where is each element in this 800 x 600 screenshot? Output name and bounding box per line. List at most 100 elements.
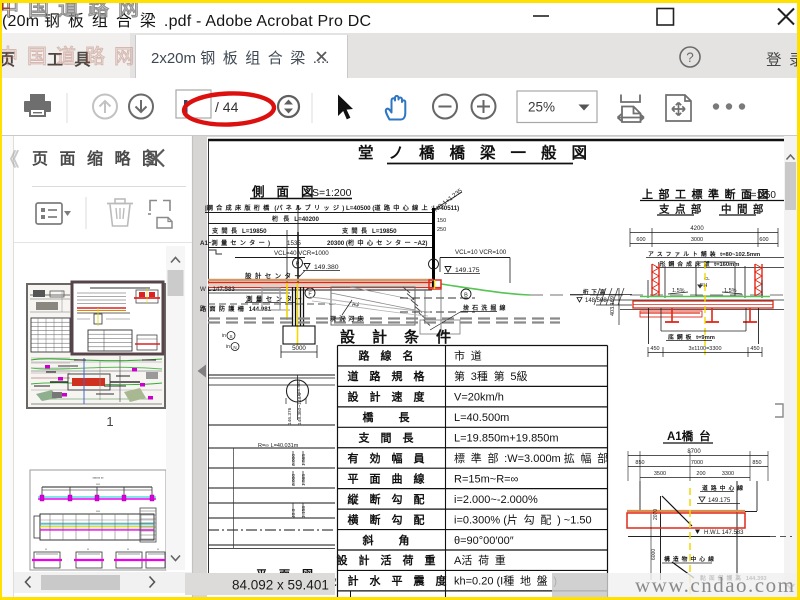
svg-text:道路規格: 道路規格 [348,369,436,383]
svg-text:146.376: 146.376 [287,407,293,425]
svg-text:測量センター: 測量センター [246,294,305,303]
svg-text:支間長 L=19850: 支間長 L=19850 [341,227,397,235]
svg-text:2: 2 [432,263,435,269]
svg-text:橋 長: 橋 長 [362,410,420,424]
svg-text:設計速度: 設計速度 [348,390,436,404]
svg-text:支点部: 支点部 [658,203,707,216]
svg-text:600: 600 [636,237,645,243]
svg-text:250: 250 [437,227,446,233]
svg-text:S=1:200: S=1:200 [312,187,352,199]
svg-text:450: 450 [750,346,759,352]
svg-text:8700: 8700 [687,449,701,455]
svg-text:標準部:W=3.000m 拡幅部: 標準部:W=3.000m 拡幅部 [454,451,614,465]
svg-text:縦断勾配: 縦断勾配 [348,492,436,506]
svg-text:450: 450 [650,346,659,352]
svg-text:7000: 7000 [691,460,703,466]
svg-text:▪▪: ▪▪ [157,547,159,551]
svg-text:▪▪: ▪▪ [45,547,47,551]
svg-text:▪▪: ▪▪ [87,547,89,551]
svg-text:有効幅員: 有効幅員 [348,451,436,465]
svg-text:|鋼合成床版桁橋 (パネルブリッジ) L=40500 (道路: |鋼合成床版桁橋 (パネルブリッジ) L=40500 (道路中心線上:L=405… [205,204,459,212]
svg-text:支間長: 支間長 [358,431,425,445]
svg-text:in: in [222,333,226,339]
svg-text:底鋼板 t=9mm: 底鋼板 t=9mm [668,333,715,341]
svg-text:H.W.L 147.583: H.W.L 147.583 [704,530,744,536]
svg-text:in: in [226,344,230,350]
svg-text:I形鋼合成床版 t=160mm: I形鋼合成床版 t=160mm [658,260,739,268]
svg-text:VCL=10 VCR=100: VCL=10 VCR=100 [455,249,507,256]
svg-text:設計活荷重: 設計活荷重 [337,553,447,567]
svg-text:N: N [233,345,236,350]
svg-text:A活荷重: A活荷重 [454,553,512,567]
svg-text:P: P [296,262,300,268]
svg-text:設計センター: 設計センター [245,271,304,280]
svg-text:横断勾配: 横断勾配 [348,512,436,526]
svg-text:▪▪▪▪: ▪▪▪▪ [96,509,100,513]
svg-text:桁 長 L=40200: 桁 長 L=40200 [272,215,319,223]
svg-text:構造物中心線: 構造物中心線 [664,555,717,563]
svg-text:149.380: 149.380 [314,264,339,271]
svg-text:?: ? [686,50,694,65]
svg-text:L=40.500m: L=40.500m [454,412,509,424]
svg-text:1.565: 1.565 [301,454,307,466]
svg-text:850: 850 [752,460,761,466]
svg-text:R=∞ L=40.031m: R=∞ L=40.031m [258,443,299,449]
svg-text:148.360~148.5: 148.360~148.5 [297,393,303,425]
svg-text:A1橋台: A1橋台 [667,429,717,443]
svg-text:第3種第5級: 第3種第5級 [454,369,533,383]
svg-text:6.000: 6.000 [291,454,297,466]
svg-text:149.175: 149.175 [455,267,480,274]
svg-text:V=20km/h: V=20km/h [454,392,504,404]
svg-text:84.092 x 59.401: 84.092 x 59.401 [232,578,329,593]
svg-text:VCL=40 VCR=1000: VCL=40 VCR=1000 [274,250,329,257]
svg-text:3000: 3000 [691,237,703,243]
svg-text:路面防護柵 144.981: 路面防護柵 144.981 [200,305,272,313]
svg-text:1.565: 1.565 [301,474,307,486]
svg-text:S: S [229,334,232,339]
svg-text:▪▪▪▪: ▪▪▪▪ [96,482,100,486]
svg-text:www.cndao.com: www.cndao.com [635,573,795,597]
svg-text:R=15m~R=∞: R=15m~R=∞ [454,473,518,485]
svg-text:堂ノ橋橋梁一般図: 堂ノ橋橋梁一般図 [358,143,602,162]
svg-text:150: 150 [437,218,446,224]
svg-text:路線名: 路線名 [359,349,425,363]
svg-text:148.508: 148.508 [585,298,607,304]
svg-text:200: 200 [696,471,705,477]
svg-text:平面曲線: 平面曲線 [348,471,436,485]
svg-text:▪▪▪▪▪▪ ▪▪: ▪▪▪▪▪▪ ▪▪ [93,476,104,480]
svg-text:1.158: 1.158 [301,506,307,518]
svg-text:6000: 6000 [651,549,657,560]
svg-text:i=2.000~-2.000%: i=2.000~-2.000% [454,494,538,506]
svg-text:θ=90°00′00″: θ=90°00′00″ [454,535,514,547]
svg-text:W L 147.583: W L 147.583 [200,286,235,293]
svg-text:アスファルト舗装 t=80~102.5mm: アスファルト舗装 t=80~102.5mm [648,250,760,258]
svg-text:市道: 市道 [454,349,487,363]
svg-text:403.169: 403.169 [610,296,616,316]
svg-text:1: 1 [106,414,113,429]
svg-text:600: 600 [759,237,768,243]
svg-text:3500: 3500 [654,471,666,477]
svg-text:道路中心線: 道路中心線 [702,484,746,492]
svg-text:3300: 3300 [722,471,734,477]
svg-text:20300 (桁中心センター~A2): 20300 (桁中心センター~A2) [327,239,427,247]
svg-text:中間部: 中間部 [721,203,769,216]
svg-text:4200: 4200 [690,226,704,232]
svg-text:6.000: 6.000 [291,474,297,486]
svg-text:/ 44: / 44 [215,99,239,115]
svg-text:25%: 25% [528,100,555,115]
svg-text:設計水平震度: 設計水平震度 [326,574,458,588]
svg-text:1535: 1535 [287,240,301,247]
svg-text:▪▪: ▪▪ [127,547,129,551]
svg-text:斜 角: 斜 角 [361,533,420,547]
svg-text:捨石洗掘線: 捨石洗掘線 [463,304,509,312]
svg-text:S=1:50: S=1:50 [744,190,776,201]
svg-text:kh=0.20 (I種地盤): kh=0.20 (I種地盤) [454,574,557,588]
svg-text:3x1100=3300: 3x1100=3300 [688,346,721,352]
svg-text:5000: 5000 [292,345,306,352]
svg-text:40.0: 40.0 [291,508,297,518]
svg-text:設計条件: 設計条件 [340,328,468,346]
svg-text:支間長 L=19850: 支間長 L=19850 [211,227,267,235]
svg-text:L=19.850m+19.850m: L=19.850m+19.850m [454,433,559,445]
svg-text:149.175: 149.175 [708,497,731,504]
svg-text:i=0.300% (片勾配) ~1.50: i=0.300% (片勾配) ~1.50 [454,513,592,526]
